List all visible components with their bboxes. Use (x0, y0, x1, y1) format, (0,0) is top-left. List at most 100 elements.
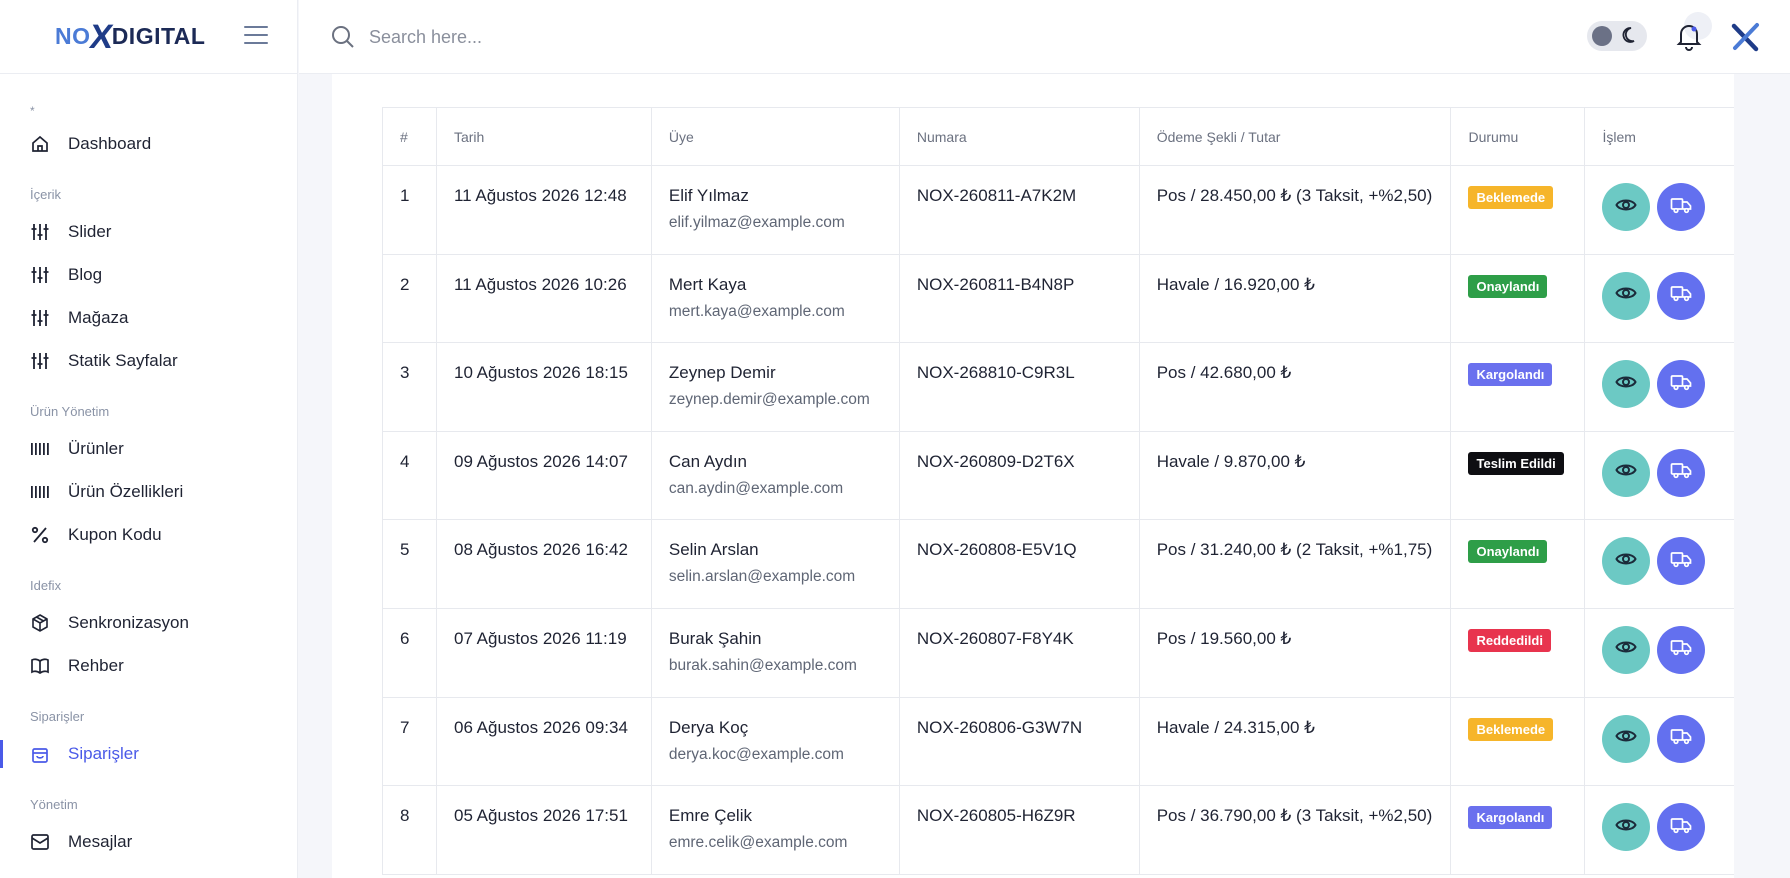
sidebar-item-siparisler[interactable]: Siparişler (0, 732, 297, 775)
member-name: Can Aydın (668, 451, 747, 471)
cell-status: Beklemede (1450, 165, 1586, 255)
cell-member: Mert Kaya mert.kaya@example.com (650, 253, 900, 344)
cell-actions (1584, 430, 1734, 521)
ship-order-button[interactable] (1657, 360, 1706, 409)
sidebar-item-dashboard[interactable]: Dashboard (0, 122, 297, 165)
search-icon[interactable] (331, 25, 355, 49)
view-order-button[interactable] (1602, 714, 1651, 763)
truck-icon (1670, 282, 1692, 309)
truck-icon (1670, 814, 1692, 841)
column-header-durumu: Durumu (1450, 107, 1586, 166)
cell-no: 7 (382, 696, 437, 787)
table-row: 2 11 Ağustos 2026 10:26 Mert Kaya mert.ka… (382, 253, 1734, 344)
view-order-button[interactable] (1602, 537, 1651, 586)
ship-order-button[interactable] (1657, 625, 1706, 674)
truck-icon (1670, 194, 1692, 221)
ship-order-button[interactable] (1657, 448, 1706, 497)
cell-actions (1584, 253, 1734, 344)
sidebar-item-statik-sayfalar[interactable]: Statik Sayfalar (0, 339, 297, 382)
cell-member: Zeynep Demir zeynep.demir@example.com (650, 342, 900, 432)
sidebar-item-senkronizasyon[interactable]: Senkronizasyon (0, 601, 297, 644)
sidebar-section-idefix: Idefix (30, 578, 62, 593)
sidebar-item-urunler[interactable]: Ürünler (0, 427, 297, 470)
member-name: Zeynep Demir (668, 363, 776, 383)
ship-order-button[interactable] (1657, 714, 1706, 763)
column-header-tarih: Tarih (435, 107, 652, 166)
ship-order-button[interactable] (1657, 183, 1706, 231)
eye-icon (1615, 282, 1638, 309)
bell-icon[interactable] (1673, 20, 1705, 52)
orders-table: # Tarih Üye Numara Ödeme Şekli / Tutar D… (382, 107, 1734, 875)
search-input[interactable] (369, 22, 869, 52)
member-email: zeynep.demir@example.com (668, 391, 870, 409)
sliders-icon (30, 351, 50, 371)
cell-payment: Pos / 36.790,00 ₺ (3 Taksit, +%2,50) (1138, 785, 1452, 875)
cell-order-number: NOX-260811-B4N8P (898, 253, 1140, 344)
sidebar-item-slider[interactable]: Slider (0, 210, 297, 253)
ship-order-button[interactable] (1657, 803, 1706, 852)
moon-icon (1620, 26, 1640, 46)
column-header-numara: Numara (898, 107, 1140, 166)
cell-payment: Pos / 31.240,00 ₺ (2 Taksit, +%1,75) (1138, 519, 1452, 609)
table-row: 8 05 Ağustos 2026 17:51 Emre Çelik emre.c… (382, 785, 1734, 875)
cell-date: 08 Ağustos 2026 16:42 (435, 519, 652, 609)
cell-member: Can Aydın can.aydin@example.com (650, 430, 900, 521)
view-order-button[interactable] (1602, 448, 1651, 497)
view-order-button[interactable] (1602, 625, 1651, 674)
view-order-button[interactable] (1602, 183, 1651, 231)
topbar (299, 0, 1790, 74)
book-icon (30, 656, 50, 676)
sidebar-nav: * Dashboard İçerik Slider Blog Mağaza St… (0, 74, 297, 863)
sidebar-item-label: Rehber (68, 655, 124, 675)
cell-date: 10 Ağustos 2026 18:15 (435, 342, 652, 432)
cell-no: 4 (382, 430, 437, 521)
cell-no: 8 (382, 785, 437, 875)
ship-order-button[interactable] (1657, 537, 1706, 586)
cell-status: Kargolandı (1450, 785, 1586, 875)
status-badge: Teslim Edildi (1468, 451, 1564, 475)
eye-icon (1615, 814, 1638, 841)
view-order-button[interactable] (1602, 803, 1651, 852)
cell-status: Reddedildi (1450, 607, 1586, 698)
view-order-button[interactable] (1602, 271, 1651, 320)
view-order-button[interactable] (1602, 360, 1651, 409)
brand-mark-icon[interactable] (1731, 22, 1761, 52)
sidebar: NO X DIGITAL * Dashboard İçerik Slider Blo… (0, 0, 298, 878)
sidebar-item-urun-ozellikleri[interactable]: Ürün Özellikleri (0, 470, 297, 513)
cell-payment: Havale / 16.920,00 ₺ (1138, 253, 1452, 344)
truck-icon (1670, 548, 1692, 575)
cell-date: 06 Ağustos 2026 09:34 (435, 696, 652, 787)
ship-order-button[interactable] (1657, 271, 1706, 320)
cell-actions (1584, 342, 1734, 432)
member-name: Burak Şahin (668, 628, 762, 648)
orders-card: # Tarih Üye Numara Ödeme Şekli / Tutar D… (332, 74, 1734, 878)
sidebar-item-label: Blog (68, 264, 103, 284)
status-badge: Reddedildi (1468, 628, 1551, 652)
theme-toggle[interactable] (1587, 21, 1647, 51)
cell-order-number: NOX-260806-G3W7N (898, 696, 1140, 787)
sidebar-item-magaza[interactable]: Mağaza (0, 296, 297, 339)
sidebar-item-label: Mağaza (68, 307, 129, 327)
sidebar-item-blog[interactable]: Blog (0, 253, 297, 296)
table-row: 1 11 Ağustos 2026 12:48 Elif Yılmaz elif.… (382, 165, 1734, 255)
cell-order-number: NOX-260809-D2T6X (898, 430, 1140, 521)
sidebar-section-yonetim: Yönetim (30, 797, 78, 812)
truck-icon (1670, 725, 1692, 752)
member-email: elif.yilmaz@example.com (668, 214, 845, 231)
member-name: Emre Çelik (668, 806, 752, 826)
sidebar-item-kupon-kodu[interactable]: Kupon Kodu (0, 513, 297, 556)
menu-toggle-icon[interactable] (244, 26, 268, 46)
sidebar-item-rehber[interactable]: Rehber (0, 644, 297, 687)
truck-icon (1670, 459, 1692, 486)
truck-icon (1670, 636, 1692, 663)
cell-actions (1584, 607, 1734, 698)
logo-text-digital: DIGITAL (111, 23, 206, 49)
cell-actions (1584, 696, 1734, 787)
column-header-odeme: Ödeme Şekli / Tutar (1138, 107, 1452, 166)
sidebar-section-siparisler: Siparişler (30, 709, 85, 724)
sidebar-item-mesajlar[interactable]: Mesajlar (0, 820, 297, 863)
cell-status: Teslim Edildi (1450, 430, 1586, 521)
cell-status: Onaylandı (1450, 253, 1586, 344)
table-row: 6 07 Ağustos 2026 11:19 Burak Şahin burak… (382, 607, 1734, 698)
brand-logo[interactable]: NO X DIGITAL (55, 18, 206, 56)
